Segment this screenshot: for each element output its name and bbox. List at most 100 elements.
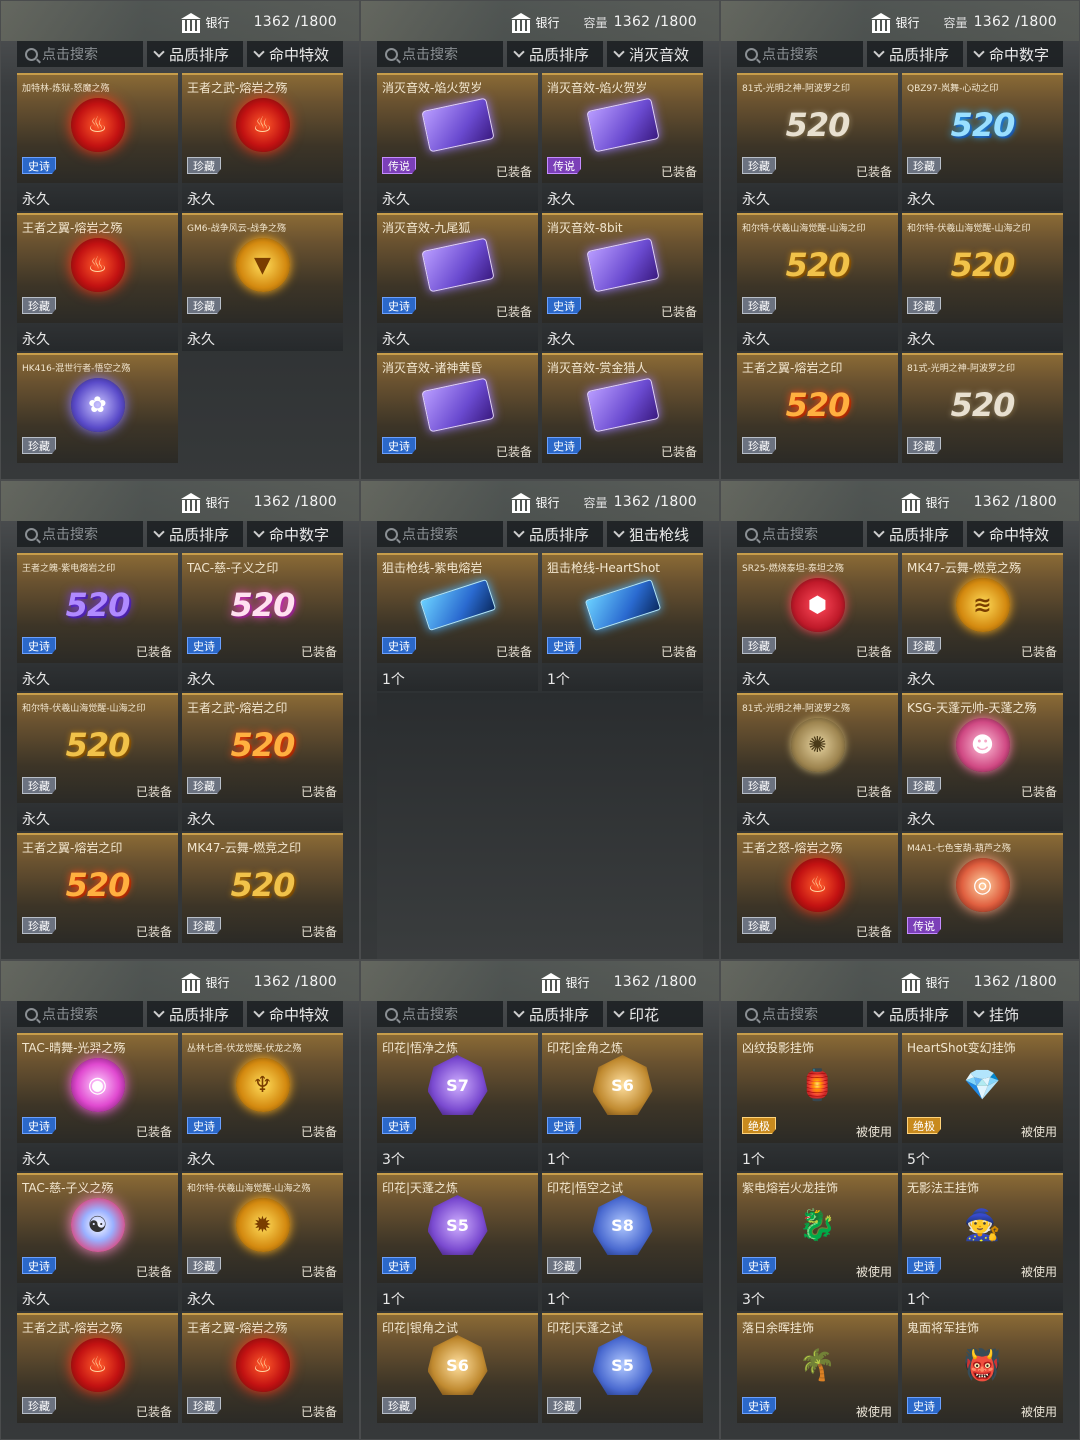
sort-dropdown[interactable]: 品质排序 xyxy=(147,41,243,67)
item-card[interactable]: 和尔特-伏羲山海觉醒-山海之殇 ✹ 珍藏 已装备 永久 xyxy=(182,1173,343,1313)
top-bar: 银行 1362 /1800 xyxy=(1,489,359,515)
rarity-badge: 珍藏 xyxy=(742,637,776,654)
sort-dropdown[interactable]: 品质排序 xyxy=(867,521,963,547)
item-card[interactable]: 81式-光明之神-阿波罗之印 520 珍藏 xyxy=(902,353,1063,479)
search-input[interactable]: 点击搜索 xyxy=(17,521,143,547)
category-dropdown[interactable]: 印花 xyxy=(607,1001,703,1027)
bank-button[interactable]: 银行 xyxy=(900,973,950,993)
category-dropdown[interactable]: 命中特效 xyxy=(967,521,1063,547)
item-card[interactable]: 消灭音效-赏金猎人 史诗 已装备 xyxy=(542,353,703,479)
item-card[interactable]: 凶纹投影挂饰 🏮 绝极 被使用 1个 xyxy=(737,1033,898,1173)
item-card[interactable]: 加特林-炼狱-怒魔之殇 ♨ 史诗 永久 xyxy=(17,73,178,213)
search-input[interactable]: 点击搜索 xyxy=(17,1001,143,1027)
item-card[interactable]: M4A1-七色宝葫-葫芦之殇 ◎ 传说 xyxy=(902,833,1063,959)
item-card[interactable]: 印花|悟净之炼 S7 史诗 3个 xyxy=(377,1033,538,1173)
bank-label: 银行 xyxy=(895,15,920,30)
bank-button[interactable]: 银行 xyxy=(510,493,560,513)
sort-dropdown[interactable]: 品质排序 xyxy=(507,41,603,67)
item-art xyxy=(420,97,495,153)
item-card[interactable]: 王者之翼-熔岩之印 520 珍藏 xyxy=(737,353,898,479)
item-card[interactable]: TAC-晴舞-光羿之殇 ◉ 史诗 已装备 永久 xyxy=(17,1033,178,1173)
sort-dropdown[interactable]: 品质排序 xyxy=(507,1001,603,1027)
item-duration: 永久 xyxy=(182,323,343,351)
item-card[interactable]: 王者之怒-熔岩之殇 ♨ 珍藏 已装备 xyxy=(737,833,898,959)
item-card[interactable]: 和尔特-伏羲山海觉醒-山海之印 520 珍藏 已装备 永久 xyxy=(17,693,178,833)
item-card[interactable]: GM6-战争风云-战争之殇 ▼ 珍藏 永久 xyxy=(182,213,343,353)
category-dropdown[interactable]: 命中数字 xyxy=(967,41,1063,67)
item-card[interactable]: 狙击枪线-紫电熔岩 史诗 已装备 1个 xyxy=(377,553,538,693)
pendant-icon: 🏮 xyxy=(798,1067,837,1103)
search-input[interactable]: 点击搜索 xyxy=(737,1001,863,1027)
rarity-badge: 史诗 xyxy=(382,1117,416,1134)
category-dropdown[interactable]: 消灭音效 xyxy=(607,41,703,67)
category-dropdown[interactable]: 命中特效 xyxy=(247,1001,343,1027)
hit-number-icon: 520 xyxy=(230,866,296,904)
item-card[interactable]: 印花|金角之炼 S6 史诗 1个 xyxy=(542,1033,703,1173)
sort-dropdown[interactable]: 品质排序 xyxy=(147,521,243,547)
item-card[interactable]: 消灭音效-8bit 史诗 已装备 永久 xyxy=(542,213,703,353)
bank-button[interactable]: 银行 xyxy=(180,493,230,513)
item-card[interactable]: 消灭音效-九尾狐 史诗 已装备 永久 xyxy=(377,213,538,353)
item-card[interactable]: 王者之魄-紫电熔岩之印 520 史诗 已装备 永久 xyxy=(17,553,178,693)
rarity-badge: 史诗 xyxy=(382,297,416,314)
category-dropdown[interactable]: 命中特效 xyxy=(247,41,343,67)
item-card[interactable]: KSG-天蓬元帅-天蓬之殇 ☻ 珍藏 已装备 永久 xyxy=(902,693,1063,833)
item-duration: 1个 xyxy=(377,663,538,691)
item-card[interactable]: MK47-云舞-燃竞之殇 ≋ 珍藏 已装备 永久 xyxy=(902,553,1063,693)
item-card[interactable]: SR25-燃烧泰坦-泰坦之殇 ⬢ 珍藏 已装备 永久 xyxy=(737,553,898,693)
bank-button[interactable]: 银行 xyxy=(900,493,950,513)
item-card[interactable]: 印花|悟空之试 S8 珍藏 1个 xyxy=(542,1173,703,1313)
item-card[interactable]: 鬼面将军挂饰 👹 史诗 被使用 xyxy=(902,1313,1063,1439)
item-card[interactable]: 印花|天蓬之试 S5 珍藏 xyxy=(542,1313,703,1439)
item-card[interactable]: 和尔特-伏羲山海觉醒-山海之印 520 珍藏 永久 xyxy=(902,213,1063,353)
item-card[interactable]: 印花|天蓬之炼 S5 史诗 1个 xyxy=(377,1173,538,1313)
item-card[interactable]: 狙击枪线-HeartShot 史诗 已装备 1个 xyxy=(542,553,703,693)
item-card[interactable]: 丛林七首-伏龙觉醒-伏龙之殇 ♆ 史诗 已装备 永久 xyxy=(182,1033,343,1173)
bank-button[interactable]: 银行 xyxy=(180,973,230,993)
search-input[interactable]: 点击搜索 xyxy=(377,521,503,547)
bank-button[interactable]: 银行 xyxy=(540,973,590,993)
item-card[interactable]: 和尔特-伏羲山海觉醒-山海之印 520 珍藏 永久 xyxy=(737,213,898,353)
bank-button[interactable]: 银行 xyxy=(180,13,230,33)
category-dropdown[interactable]: 命中数字 xyxy=(247,521,343,547)
item-card[interactable]: HK416-混世行者-悟空之殇 ✿ 珍藏 xyxy=(17,353,178,479)
item-card[interactable]: 落日余晖挂饰 🌴 史诗 被使用 xyxy=(737,1313,898,1439)
category-dropdown[interactable]: 狙击枪线 xyxy=(607,521,703,547)
sort-dropdown[interactable]: 品质排序 xyxy=(507,521,603,547)
bank-button[interactable]: 银行 xyxy=(510,13,560,33)
item-card[interactable]: 王者之武-熔岩之印 520 珍藏 已装备 永久 xyxy=(182,693,343,833)
bank-label: 银行 xyxy=(205,975,230,990)
item-card[interactable]: 印花|银角之试 S6 珍藏 xyxy=(377,1313,538,1439)
bank-button[interactable]: 银行 xyxy=(870,13,920,33)
search-input[interactable]: 点击搜索 xyxy=(377,1001,503,1027)
item-card[interactable]: TAC-慈-子义之印 520 史诗 已装备 永久 xyxy=(182,553,343,693)
item-card[interactable]: QBZ97-岚舞-心动之印 520 珍藏 永久 xyxy=(902,73,1063,213)
item-card[interactable]: 消灭音效-焰火贺岁 传说 已装备 永久 xyxy=(377,73,538,213)
item-card[interactable]: 王者之翼-熔岩之印 520 珍藏 已装备 xyxy=(17,833,178,959)
item-duration: 永久 xyxy=(542,323,703,351)
sort-dropdown[interactable]: 品质排序 xyxy=(867,41,963,67)
item-card[interactable]: 紫电熔岩火龙挂饰 🐉 史诗 被使用 3个 xyxy=(737,1173,898,1313)
item-art: S8 xyxy=(592,1195,653,1255)
item-card[interactable]: MK47-云舞-燃竞之印 520 珍藏 已装备 xyxy=(182,833,343,959)
item-card[interactable]: 消灭音效-诸神黄昏 史诗 已装备 xyxy=(377,353,538,479)
item-card[interactable]: 王者之翼-熔岩之殇 ♨ 珍藏 永久 xyxy=(17,213,178,353)
item-card[interactable]: HeartShot变幻挂饰 💎 绝极 被使用 5个 xyxy=(902,1033,1063,1173)
category-dropdown[interactable]: 挂饰 xyxy=(967,1001,1063,1027)
item-card[interactable]: 无影法王挂饰 🧙 史诗 被使用 1个 xyxy=(902,1173,1063,1313)
equipped-label: 已装备 xyxy=(300,785,337,799)
item-card[interactable]: 王者之武-熔岩之殇 ♨ 珍藏 已装备 xyxy=(17,1313,178,1439)
item-card[interactable]: 81式-光明之神-阿波罗之印 520 珍藏 已装备 永久 xyxy=(737,73,898,213)
sort-dropdown[interactable]: 品质排序 xyxy=(147,1001,243,1027)
sort-dropdown[interactable]: 品质排序 xyxy=(867,1001,963,1027)
item-card[interactable]: 消灭音效-焰火贺岁 传说 已装备 永久 xyxy=(542,73,703,213)
effect-emblem-icon: ◉ xyxy=(70,1058,125,1112)
search-input[interactable]: 点击搜索 xyxy=(737,521,863,547)
item-card[interactable]: 王者之翼-熔岩之殇 ♨ 珍藏 已装备 xyxy=(182,1313,343,1439)
item-card[interactable]: 王者之武-熔岩之殇 ♨ 珍藏 永久 xyxy=(182,73,343,213)
search-input[interactable]: 点击搜索 xyxy=(377,41,503,67)
item-card[interactable]: TAC-慈-子义之殇 ☯ 史诗 已装备 永久 xyxy=(17,1173,178,1313)
search-input[interactable]: 点击搜索 xyxy=(17,41,143,67)
item-card[interactable]: 81式-光明之神-阿波罗之殇 ✺ 珍藏 已装备 永久 xyxy=(737,693,898,833)
search-input[interactable]: 点击搜索 xyxy=(737,41,863,67)
